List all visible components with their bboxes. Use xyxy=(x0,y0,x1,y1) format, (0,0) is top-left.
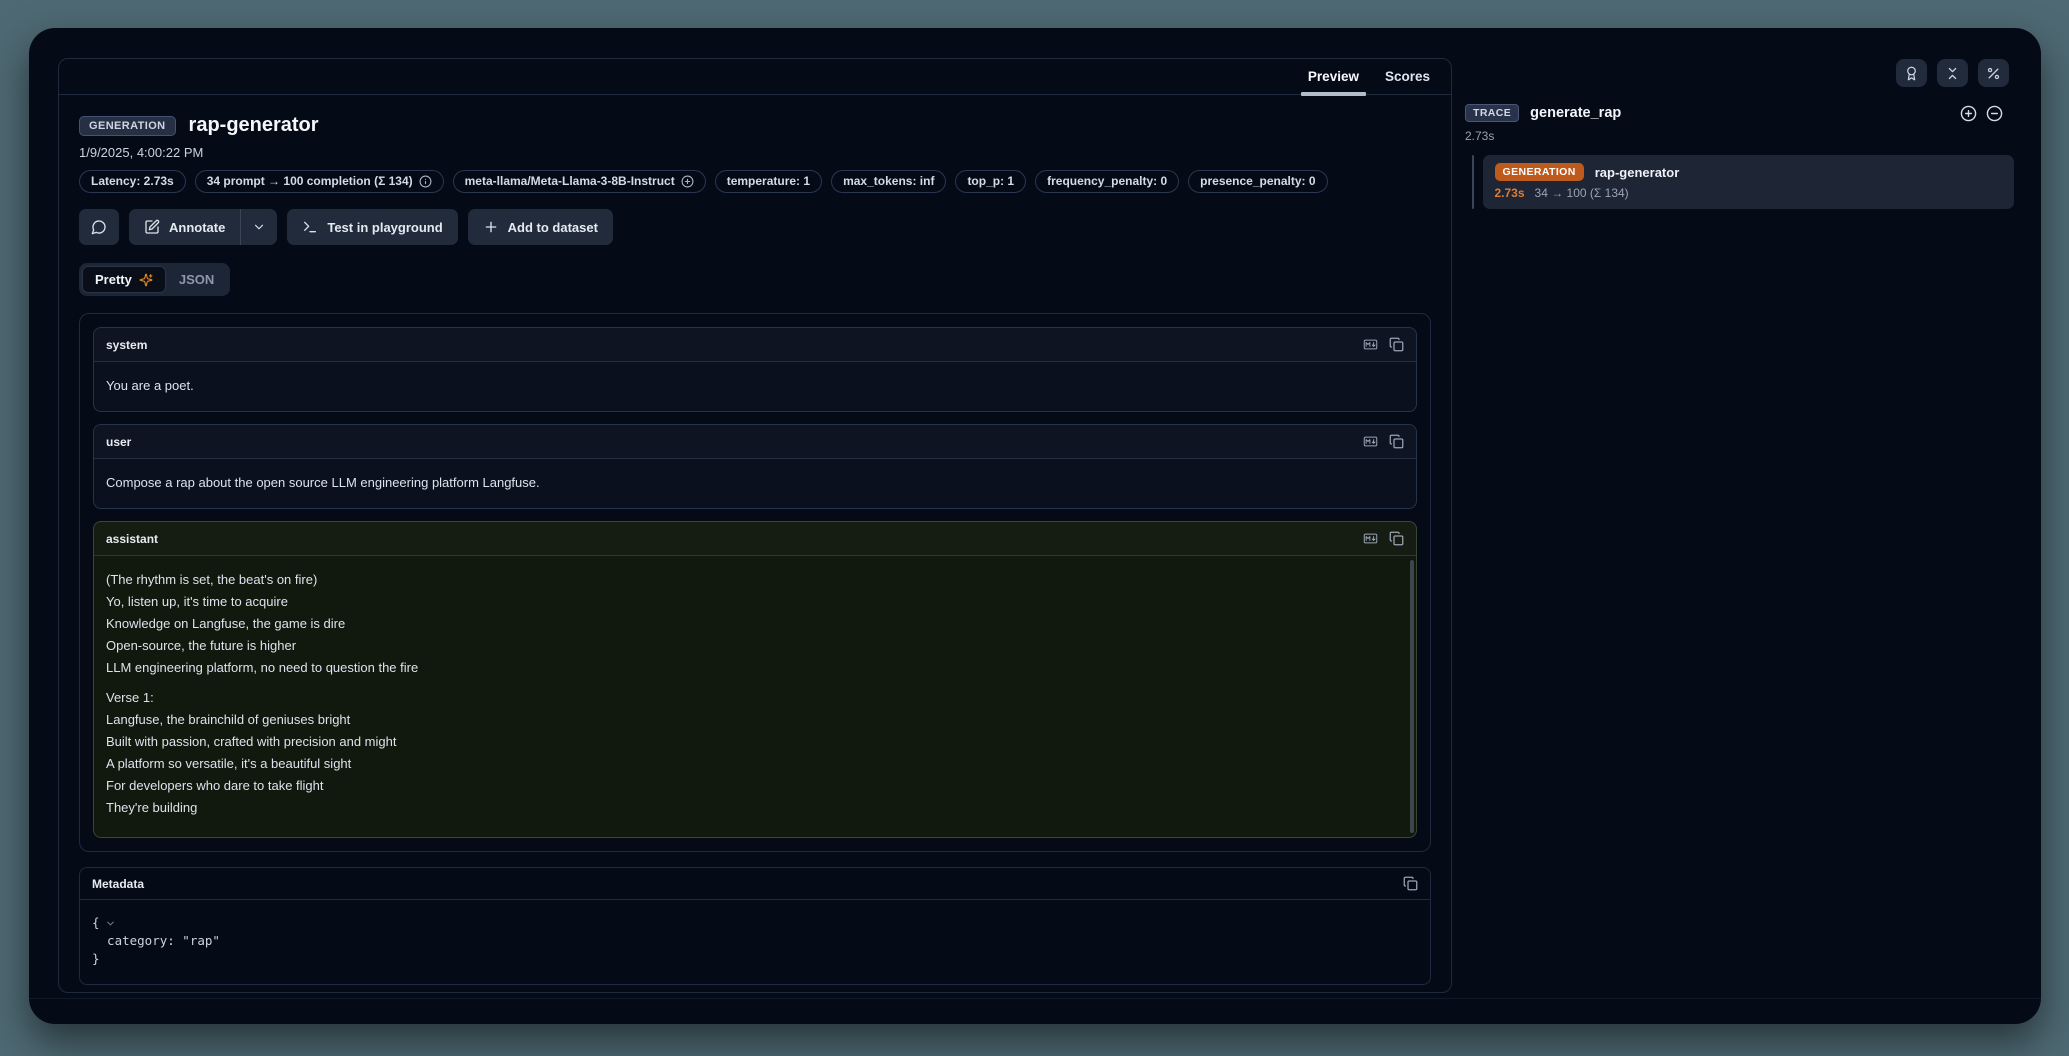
sidebar-toolbar xyxy=(1465,59,2017,87)
generation-tree-node[interactable]: GENERATION rap-generator 2.73s 34 → 100 … xyxy=(1483,155,2015,209)
plus-icon xyxy=(483,219,499,235)
preview-scores-tabbar: Preview Scores xyxy=(59,59,1451,95)
pretty-json-toggle: Pretty JSON xyxy=(79,263,230,296)
annotate-button[interactable]: Annotate xyxy=(129,209,240,245)
metadata-card: Metadata { category: "rap" } xyxy=(79,867,1431,985)
temperature-badge: temperature: 1 xyxy=(715,170,822,193)
markdown-toggle-icon[interactable] xyxy=(1363,531,1378,546)
top-p-badge-label: top_p: 1 xyxy=(967,174,1014,189)
page-title: rap-generator xyxy=(189,114,319,137)
award-icon xyxy=(1904,66,1919,81)
latency-badge-label: Latency: 2.73s xyxy=(91,174,174,189)
copy-icon[interactable] xyxy=(1389,434,1404,449)
parameter-badges: Latency: 2.73s 34 prompt → 100 completio… xyxy=(79,170,1431,193)
trace-name: generate_rap xyxy=(1530,105,1949,121)
test-in-playground-button[interactable]: Test in playground xyxy=(287,209,457,245)
system-role-label: system xyxy=(106,338,147,352)
markdown-toggle-icon[interactable] xyxy=(1363,337,1378,352)
trace-header-row: TRACE generate_rap xyxy=(1465,104,2017,122)
user-message-text: Compose a rap about the open source LLM … xyxy=(106,472,1404,494)
add-to-dataset-button[interactable]: Add to dataset xyxy=(468,209,613,245)
tree-rail xyxy=(1472,155,1474,209)
comment-button[interactable] xyxy=(79,209,119,245)
scores-award-button[interactable] xyxy=(1896,59,1927,87)
io-preview-card: system You are a poet. user xyxy=(79,313,1431,852)
generation-node-badge: GENERATION xyxy=(1495,163,1584,181)
annotate-button-label: Annotate xyxy=(169,220,225,235)
action-buttons-row: Annotate Test in playground Add to datas… xyxy=(79,209,1431,245)
generation-type-badge: GENERATION xyxy=(79,116,176,136)
test-in-playground-label: Test in playground xyxy=(327,220,442,235)
assistant-message-text: (The rhythm is set, the beat's on fire) … xyxy=(106,569,1404,679)
assistant-scrollbar[interactable] xyxy=(1410,560,1414,833)
collapse-tree-button[interactable] xyxy=(1937,59,1968,87)
edit-icon xyxy=(144,219,160,235)
info-icon[interactable] xyxy=(419,175,432,188)
toggle-json[interactable]: JSON xyxy=(166,266,227,293)
toggle-pretty[interactable]: Pretty xyxy=(82,266,166,293)
model-badge: meta-llama/Meta-Llama-3-8B-Instruct xyxy=(453,170,706,193)
model-badge-label: meta-llama/Meta-Llama-3-8B-Instruct xyxy=(465,174,675,189)
user-message-panel: user Compose a rap about the open source… xyxy=(93,424,1417,509)
chevron-down-icon xyxy=(252,220,266,234)
add-to-dataset-label: Add to dataset xyxy=(508,220,598,235)
comment-icon xyxy=(91,219,107,235)
sparkles-icon xyxy=(139,273,153,287)
latency-badge: Latency: 2.73s xyxy=(79,170,186,193)
copy-icon[interactable] xyxy=(1403,876,1418,891)
assistant-message-text: Verse 1: Langfuse, the brainchild of gen… xyxy=(106,687,1404,819)
trace-tree: GENERATION rap-generator 2.73s 34 → 100 … xyxy=(1465,155,2017,209)
presence-penalty-badge-label: presence_penalty: 0 xyxy=(1200,174,1315,189)
trace-type-badge: TRACE xyxy=(1465,104,1519,122)
app-window: Preview Scores GENERATION rap-generator … xyxy=(29,28,2041,1024)
annotate-split-button: Annotate xyxy=(129,209,277,245)
plus-circle-icon[interactable] xyxy=(681,175,694,188)
frequency-penalty-badge: frequency_penalty: 0 xyxy=(1035,170,1179,193)
system-message-panel: system You are a poet. xyxy=(93,327,1417,412)
annotate-dropdown-button[interactable] xyxy=(241,209,277,245)
frequency-penalty-badge-label: frequency_penalty: 0 xyxy=(1047,174,1167,189)
metadata-title: Metadata xyxy=(92,877,144,891)
chevrons-collapse-icon xyxy=(1945,66,1960,81)
temperature-badge-label: temperature: 1 xyxy=(727,174,810,189)
user-role-label: user xyxy=(106,435,131,449)
metadata-json-line: category: "rap" xyxy=(92,932,220,950)
observation-content: GENERATION rap-generator 1/9/2025, 4:00:… xyxy=(59,114,1451,985)
generation-node-tokens: 34 → 100 (Σ 134) xyxy=(1535,186,1629,200)
metrics-percent-button[interactable] xyxy=(1978,59,2009,87)
tab-scores[interactable]: Scores xyxy=(1372,59,1443,94)
token-usage-badge: 34 prompt → 100 completion (Σ 134) xyxy=(195,170,444,193)
metadata-json-line: { xyxy=(92,914,100,932)
collapse-all-icon[interactable] xyxy=(1986,105,2003,122)
copy-icon[interactable] xyxy=(1389,531,1404,546)
toggle-pretty-label: Pretty xyxy=(95,272,132,287)
bottom-divider xyxy=(29,998,2041,999)
toggle-json-label: JSON xyxy=(179,272,214,287)
token-usage-badge-label: 34 prompt → 100 completion (Σ 134) xyxy=(207,174,413,189)
generation-node-name: rap-generator xyxy=(1595,165,1680,180)
markdown-toggle-icon[interactable] xyxy=(1363,434,1378,449)
assistant-message-panel: assistant (The rhythm is set, the beat's… xyxy=(93,521,1417,838)
copy-icon[interactable] xyxy=(1389,337,1404,352)
timestamp: 1/9/2025, 4:00:22 PM xyxy=(79,145,1431,160)
trace-duration: 2.73s xyxy=(1465,129,2017,143)
max-tokens-badge-label: max_tokens: inf xyxy=(843,174,934,189)
system-message-text: You are a poet. xyxy=(106,375,1404,397)
max-tokens-badge: max_tokens: inf xyxy=(831,170,946,193)
metadata-json-line: } xyxy=(92,950,100,968)
collapse-chevron-icon[interactable] xyxy=(105,918,116,929)
percent-icon xyxy=(1986,66,2001,81)
observation-detail-panel: Preview Scores GENERATION rap-generator … xyxy=(58,58,1452,993)
assistant-role-label: assistant xyxy=(106,532,158,546)
terminal-icon xyxy=(302,219,318,235)
generation-node-duration: 2.73s xyxy=(1495,186,1525,200)
expand-all-icon[interactable] xyxy=(1960,105,1977,122)
presence-penalty-badge: presence_penalty: 0 xyxy=(1188,170,1327,193)
tab-preview[interactable]: Preview xyxy=(1295,59,1372,94)
trace-tree-sidebar: TRACE generate_rap 2.73s GENERATION rap-… xyxy=(1465,28,2017,209)
top-p-badge: top_p: 1 xyxy=(955,170,1026,193)
metadata-json: { category: "rap" } xyxy=(80,900,1430,984)
